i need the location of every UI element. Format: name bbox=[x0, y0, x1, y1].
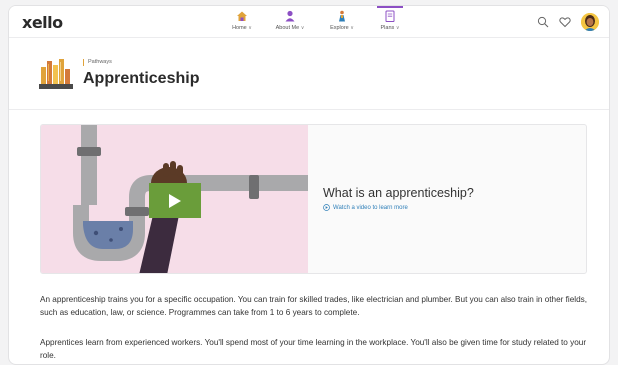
watch-video-link-label: Watch a video to learn more bbox=[333, 204, 408, 211]
top-right-actions bbox=[537, 13, 599, 31]
play-button[interactable] bbox=[149, 183, 201, 218]
plans-icon bbox=[385, 10, 395, 22]
video-card: What is an apprenticeship? Watch a video… bbox=[40, 124, 587, 274]
chevron-down-icon: ∨ bbox=[248, 25, 252, 31]
play-icon bbox=[169, 193, 181, 208]
chevron-down-icon: ∨ bbox=[300, 25, 305, 31]
video-title: What is an apprenticeship? bbox=[323, 186, 474, 200]
xello-logo[interactable]: xello bbox=[22, 13, 63, 32]
app-window: xello Home ∨ About Me ∨ Explore ∨ Plans … bbox=[8, 5, 610, 365]
play-circle-icon bbox=[323, 204, 330, 211]
chevron-down-icon: ∨ bbox=[350, 25, 354, 31]
avatar-face-icon bbox=[581, 13, 599, 31]
nav-home[interactable]: Home ∨ bbox=[220, 9, 264, 37]
page-header: Pathways Apprenticeship bbox=[9, 38, 609, 110]
breadcrumb[interactable]: Pathways bbox=[83, 59, 112, 66]
avatar[interactable] bbox=[581, 13, 599, 31]
nav-plans-label: Plans bbox=[380, 25, 395, 31]
house-icon bbox=[237, 11, 247, 21]
nav-explore-label: Explore bbox=[330, 25, 349, 31]
video-info: What is an apprenticeship? Watch a video… bbox=[323, 186, 474, 211]
nav-plans[interactable]: Plans ∨ bbox=[368, 6, 412, 37]
nav-about-me-label: About Me bbox=[275, 25, 300, 31]
chevron-down-icon: ∨ bbox=[395, 25, 400, 31]
top-nav: xello Home ∨ About Me ∨ Explore ∨ Plans … bbox=[9, 6, 609, 38]
description-paragraph-2: Apprentices learn from experienced worke… bbox=[40, 338, 587, 360]
nav-about-me[interactable]: About Me ∨ bbox=[268, 9, 312, 37]
nav-explore[interactable]: Explore ∨ bbox=[320, 9, 364, 37]
page-title: Apprenticeship bbox=[83, 70, 200, 87]
watch-video-link[interactable]: Watch a video to learn more bbox=[323, 204, 474, 211]
nav-home-label: Home bbox=[232, 25, 247, 31]
explorer-icon bbox=[339, 10, 345, 22]
heart-icon[interactable] bbox=[559, 16, 571, 28]
person-icon bbox=[285, 10, 295, 22]
video-thumbnail[interactable] bbox=[41, 125, 308, 273]
description-paragraph-1: An apprenticeship trains you for a speci… bbox=[40, 295, 588, 317]
search-icon[interactable] bbox=[537, 16, 549, 28]
pathways-icon bbox=[39, 59, 73, 89]
